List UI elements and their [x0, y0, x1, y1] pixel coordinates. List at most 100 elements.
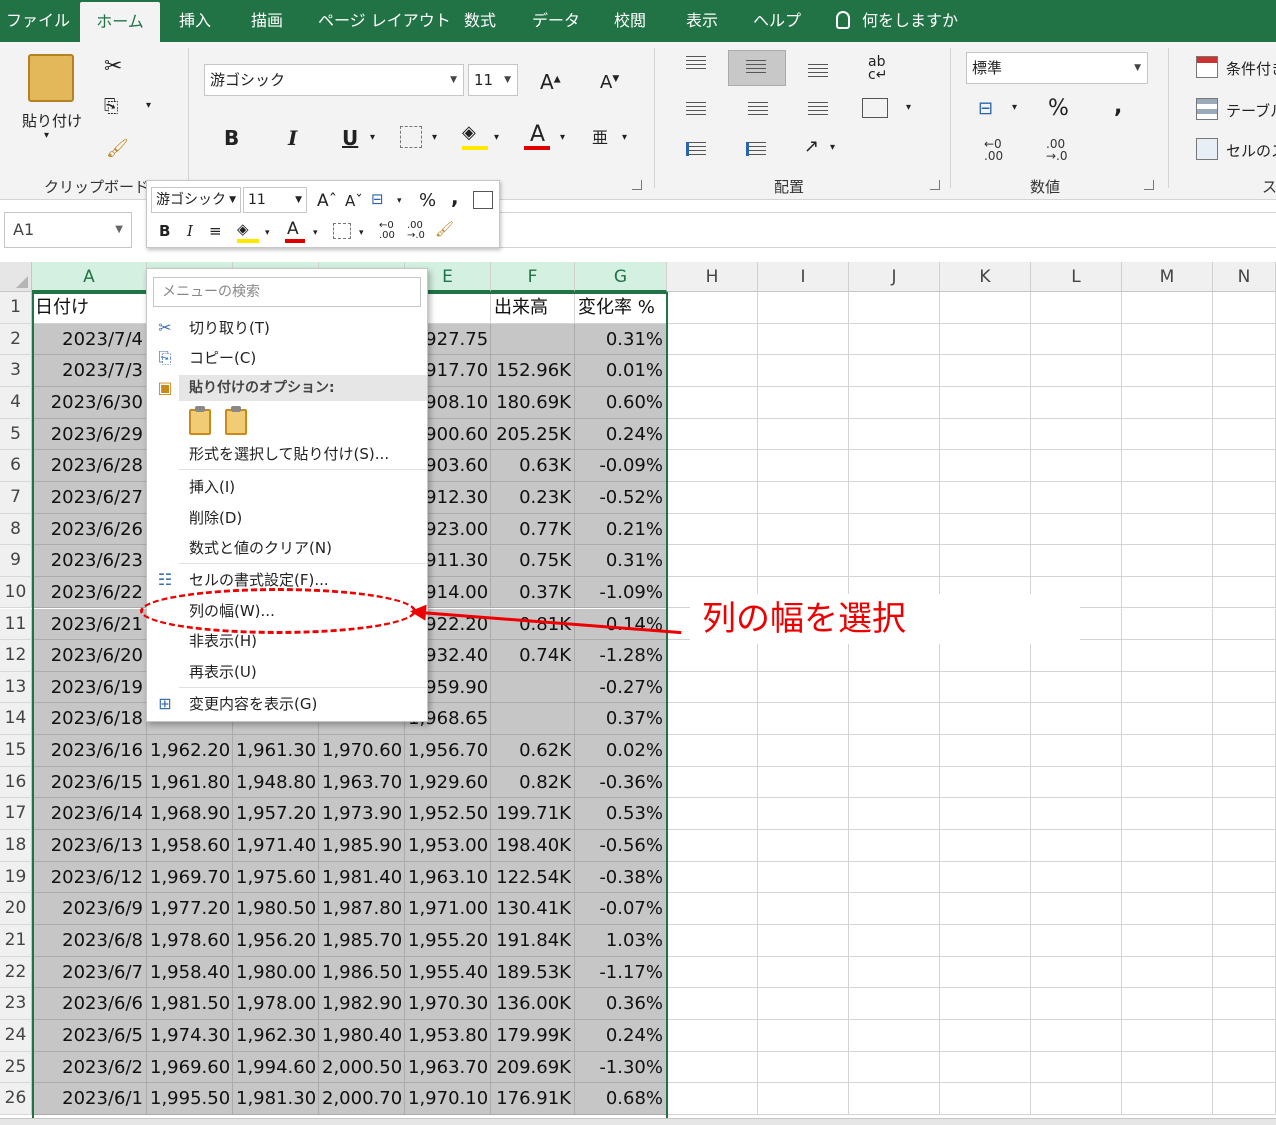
table-cell[interactable]: [940, 956, 1031, 989]
table-cell[interactable]: [1031, 925, 1122, 957]
table-cell[interactable]: [758, 640, 849, 672]
row-header[interactable]: 12: [0, 640, 32, 672]
table-cell[interactable]: [1031, 798, 1122, 831]
table-cell[interactable]: 136.00K: [491, 988, 575, 1020]
table-cell[interactable]: [1031, 766, 1122, 799]
table-cell[interactable]: [667, 988, 758, 1020]
table-cell[interactable]: 1,955.40: [405, 956, 491, 989]
table-cell[interactable]: 1,981.50: [147, 988, 233, 1020]
table-cell[interactable]: [1031, 1051, 1122, 1084]
table-cell[interactable]: [667, 766, 758, 799]
table-cell[interactable]: [940, 893, 1031, 925]
orientation-icon[interactable]: ↗: [804, 136, 819, 157]
table-cell[interactable]: 2,000.70: [319, 1083, 405, 1115]
table-cell[interactable]: 2023/6/18: [32, 703, 147, 736]
table-cell[interactable]: 2023/6/23: [32, 545, 147, 577]
table-cell[interactable]: [1213, 735, 1276, 767]
table-cell[interactable]: 0.82K: [491, 766, 575, 799]
table-cell[interactable]: 180.69K: [491, 386, 575, 419]
table-cell[interactable]: -0.56%: [575, 830, 667, 862]
select-all-button[interactable]: [0, 262, 32, 292]
table-cell[interactable]: [849, 513, 940, 546]
header-cell[interactable]: [940, 292, 1031, 324]
mini-currency-dropdown-icon[interactable]: ▾: [397, 191, 402, 211]
table-cell[interactable]: [1213, 481, 1276, 514]
table-cell[interactable]: 2023/6/30: [32, 386, 147, 419]
column-header-j[interactable]: J: [849, 262, 940, 292]
underline-button[interactable]: U: [342, 126, 358, 150]
table-cell[interactable]: 1,985.90: [319, 830, 405, 862]
table-cell[interactable]: [849, 450, 940, 482]
table-cell[interactable]: -0.38%: [575, 861, 667, 894]
decrease-decimal-icon[interactable]: .00 →.0: [1046, 138, 1068, 162]
table-cell[interactable]: [758, 861, 849, 894]
table-cell[interactable]: [849, 830, 940, 862]
mini-increase-decimal-icon[interactable]: ←0.00: [379, 221, 395, 241]
menu-item-insert[interactable]: 挿入(I): [147, 472, 427, 502]
increase-decimal-icon[interactable]: ←0.00: [984, 138, 1003, 162]
table-cell[interactable]: 152.96K: [491, 355, 575, 387]
table-cell[interactable]: [849, 1051, 940, 1084]
copy-icon[interactable]: ⎘: [104, 96, 118, 117]
header-cell[interactable]: 日付け: [32, 292, 147, 324]
table-cell[interactable]: [1122, 481, 1213, 514]
align-bottom-icon[interactable]: [808, 64, 828, 78]
font-color-icon[interactable]: A: [530, 122, 545, 147]
table-cell[interactable]: [1213, 323, 1276, 356]
table-cell[interactable]: [667, 830, 758, 862]
table-cell[interactable]: [1122, 893, 1213, 925]
table-cell[interactable]: 1,956.70: [405, 735, 491, 767]
table-cell[interactable]: 2023/6/5: [32, 1019, 147, 1052]
table-cell[interactable]: 0.62K: [491, 735, 575, 767]
table-cell[interactable]: [1122, 323, 1213, 356]
currency-dropdown-icon[interactable]: ▾: [1012, 102, 1017, 113]
table-cell[interactable]: 1,953.80: [405, 1019, 491, 1052]
table-cell[interactable]: [1122, 671, 1213, 704]
row-header[interactable]: 4: [0, 386, 32, 419]
table-cell[interactable]: 1,980.40: [319, 1019, 405, 1052]
table-cell[interactable]: 1,995.50: [147, 1083, 233, 1115]
table-cell[interactable]: 2023/6/28: [32, 450, 147, 482]
table-cell[interactable]: [758, 830, 849, 862]
decrease-font-icon[interactable]: A▼: [600, 72, 619, 93]
table-cell[interactable]: [1213, 545, 1276, 577]
mini-comma-button[interactable]: ,: [451, 187, 459, 207]
table-cell[interactable]: [940, 798, 1031, 831]
table-cell[interactable]: [667, 1051, 758, 1084]
table-cell[interactable]: [758, 925, 849, 957]
table-cell[interactable]: 1,994.60: [233, 1051, 319, 1084]
table-cell[interactable]: [940, 386, 1031, 419]
row-header[interactable]: 15: [0, 735, 32, 767]
table-cell[interactable]: [940, 703, 1031, 736]
row-header[interactable]: 13: [0, 671, 32, 704]
align-middle-icon[interactable]: [746, 60, 766, 74]
table-cell[interactable]: [940, 830, 1031, 862]
table-cell[interactable]: [1031, 1083, 1122, 1115]
table-cell[interactable]: [667, 861, 758, 894]
menu-item-unhide[interactable]: 再表示(U): [147, 657, 427, 687]
table-cell[interactable]: -0.52%: [575, 481, 667, 514]
table-cell[interactable]: 1,982.90: [319, 988, 405, 1020]
table-cell[interactable]: [1122, 386, 1213, 419]
mini-decrease-font-icon[interactable]: Aˇ: [345, 191, 363, 211]
table-cell[interactable]: -0.36%: [575, 766, 667, 799]
table-cell[interactable]: [1031, 323, 1122, 356]
table-cell[interactable]: 0.75K: [491, 545, 575, 577]
mini-fill-color-icon[interactable]: ◈: [237, 219, 249, 239]
mini-font-color-icon[interactable]: A: [287, 219, 299, 239]
menu-search-input[interactable]: メニューの検索: [153, 277, 421, 307]
header-cell[interactable]: [667, 292, 758, 324]
borders-dropdown-icon[interactable]: ▾: [432, 132, 437, 143]
table-cell[interactable]: 2023/6/26: [32, 513, 147, 546]
table-cell[interactable]: 2023/6/13: [32, 830, 147, 862]
number-dialog-launcher-icon[interactable]: [1144, 180, 1154, 190]
currency-icon[interactable]: ⊟: [978, 98, 993, 119]
menu-item-show-changes[interactable]: ⊞ 変更内容を表示(G): [147, 689, 427, 719]
table-cell[interactable]: [849, 1083, 940, 1115]
table-cell[interactable]: [940, 450, 1031, 482]
table-cell[interactable]: 209.69K: [491, 1051, 575, 1084]
table-cell[interactable]: [1122, 735, 1213, 767]
table-cell[interactable]: [849, 545, 940, 577]
paste-values-icon[interactable]: [225, 406, 247, 435]
comma-button[interactable]: ,: [1114, 94, 1122, 119]
